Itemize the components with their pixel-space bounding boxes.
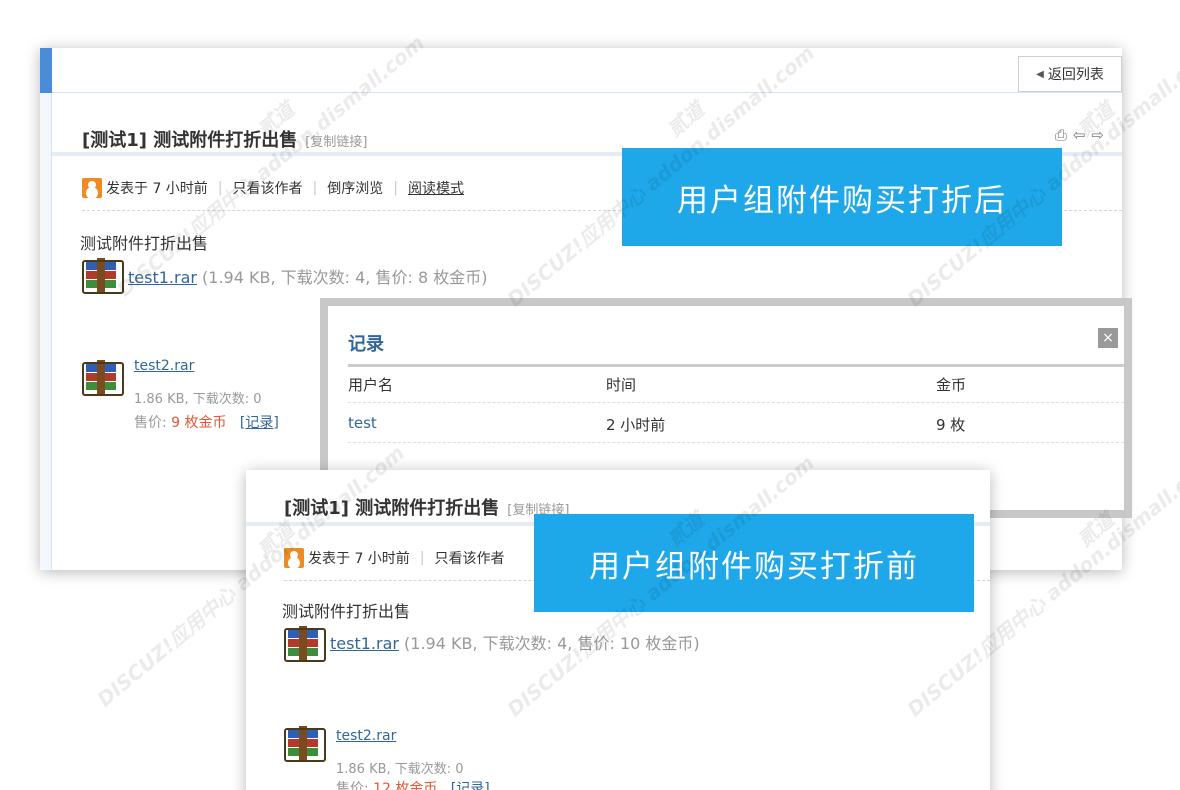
record-link[interactable]: [记录] (451, 781, 490, 790)
attachment1: test1.rar (1.94 KB, 下载次数: 4, 售价: 8 枚金币) (128, 264, 487, 288)
thread-title-text: [测试1] 测试附件打折出售 (82, 130, 298, 151)
attachment2-info: 1.86 KB, 下载次数: 0 (336, 762, 464, 777)
record-link[interactable]: [记录] (240, 415, 279, 431)
thread-title: [测试1] 测试附件打折出售 [复制链接] (284, 494, 569, 520)
rar-file-icon (82, 258, 124, 294)
post-meta: 发表于 7 小时前 | 只看该作者 (284, 548, 505, 568)
banner-after-discount: 用户组附件购买打折后 (622, 148, 1062, 246)
posted-time: 发表于 7 小时前 (106, 181, 208, 197)
user-icon (284, 548, 304, 568)
left-border (40, 93, 52, 570)
record-time: 2 小时前 (606, 416, 666, 434)
attachment2-price: 售价: 9 枚金币 [记录] (134, 412, 279, 432)
column-header-user: 用户名 (348, 376, 394, 394)
caret-left-icon: ◀ (1036, 68, 1044, 80)
attachment2-price: 售价: 12 枚金币 [记录] (336, 778, 490, 790)
copy-link[interactable]: [复制链接] (305, 131, 367, 150)
price-value: 12 枚金币 (373, 781, 438, 790)
close-icon[interactable]: × (1098, 328, 1118, 348)
thread-title-text: [测试1] 测试附件打折出售 (284, 498, 500, 519)
divider: | (419, 550, 425, 566)
price-label: 售价: (336, 781, 369, 790)
only-author-link[interactable]: 只看该作者 (435, 548, 505, 568)
column-header-time: 时间 (606, 376, 637, 394)
accent-bar (40, 48, 52, 93)
rar-file-icon (284, 726, 326, 762)
divider: | (393, 180, 398, 196)
rar-file-icon (284, 626, 326, 662)
column-header-coins: 金币 (936, 376, 967, 394)
reading-mode-link[interactable]: 阅读模式 (408, 178, 464, 198)
dialog-divider (348, 364, 1124, 367)
thread-tools: ⎙ ⇦ ⇨ (1055, 126, 1104, 144)
attachment2-info: 1.86 KB, 下载次数: 0 (134, 392, 262, 407)
post-body: 测试附件打折出售 (282, 602, 411, 621)
attachment1-info: (1.94 KB, 下载次数: 4, 售价: 10 枚金币) (404, 634, 700, 653)
attachment2-link[interactable]: test2.rar (336, 728, 396, 744)
rar-file-icon (82, 360, 124, 396)
price-label: 售价: (134, 415, 167, 431)
posted-time: 发表于 7 小时前 (308, 551, 410, 567)
attachment1-info: (1.94 KB, 下载次数: 4, 售价: 8 枚金币) (202, 268, 488, 287)
back-to-list-button[interactable]: ◀ 返回列表 (1018, 56, 1122, 92)
thread-title: [测试1] 测试附件打折出售 [复制链接] (82, 126, 367, 152)
next-thread-icon[interactable]: ⇨ (1091, 126, 1104, 144)
divider: | (312, 180, 318, 196)
dialog-title: 记录 (348, 334, 384, 355)
post-meta: 发表于 7 小时前 | 只看该作者 | 倒序浏览 | 阅读模式 (82, 178, 464, 198)
reverse-order-link[interactable]: 倒序浏览 (327, 178, 383, 198)
price-value: 9 枚金币 (171, 415, 227, 431)
row-divider (348, 402, 1124, 403)
top-toolbar: ◀ 返回列表 (52, 48, 1122, 93)
record-user[interactable]: test (348, 414, 377, 432)
only-author-link[interactable]: 只看该作者 (233, 178, 303, 198)
attachment1: test1.rar (1.94 KB, 下载次数: 4, 售价: 10 枚金币) (330, 630, 700, 654)
print-icon[interactable]: ⎙ (1055, 126, 1067, 144)
row-divider (348, 442, 1124, 443)
user-icon (82, 178, 102, 198)
back-to-list-label: 返回列表 (1047, 67, 1104, 83)
attachment2-link[interactable]: test2.rar (134, 358, 194, 374)
prev-thread-icon[interactable]: ⇦ (1073, 126, 1086, 144)
attachment1-link[interactable]: test1.rar (330, 634, 399, 653)
post-body: 测试附件打折出售 (80, 234, 209, 253)
record-coins: 9 枚 (936, 416, 966, 434)
divider: | (217, 180, 223, 196)
banner-before-discount: 用户组附件购买打折前 (534, 514, 974, 612)
attachment1-link[interactable]: test1.rar (128, 268, 197, 287)
